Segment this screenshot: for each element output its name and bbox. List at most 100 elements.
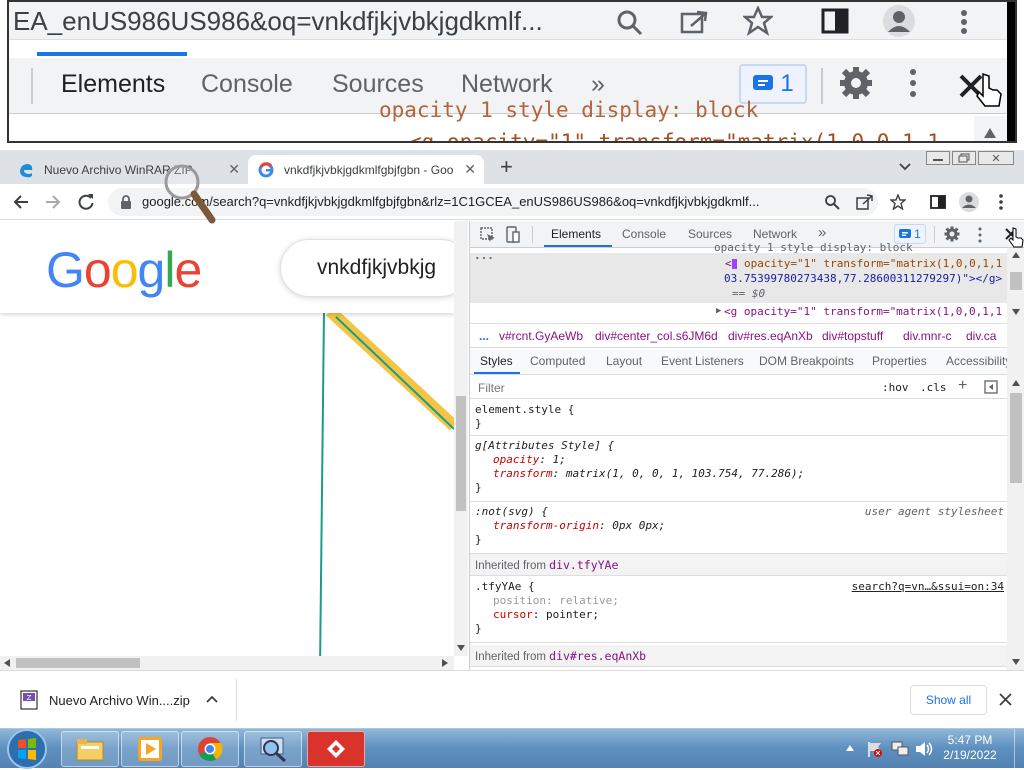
action-center-flag-icon[interactable] bbox=[866, 740, 884, 758]
styles-scroll-up-icon[interactable] bbox=[1011, 379, 1021, 387]
page-scroll-right-icon[interactable] bbox=[441, 659, 449, 667]
rule4-prop1-name[interactable]: position bbox=[493, 594, 546, 607]
rule4-prop1-value[interactable]: : relative; bbox=[546, 594, 619, 607]
rule3-prop1-name[interactable]: transform-origin bbox=[493, 519, 599, 532]
dom-line-1a[interactable]: opacity="1" transform="matrix(1,0,0,1,1 bbox=[744, 257, 1002, 270]
rule2-prop2-name[interactable]: transform bbox=[493, 467, 553, 480]
cls-button[interactable]: .cls bbox=[920, 381, 947, 394]
rule3-prop1-value[interactable]: : 0px 0px; bbox=[599, 519, 665, 532]
taskbar-magnifier[interactable] bbox=[244, 731, 302, 767]
back-icon[interactable] bbox=[12, 193, 30, 211]
taskbar-anydesk[interactable] bbox=[307, 731, 365, 767]
rule-attributes-style[interactable]: g[Attributes Style] { opacity: 1; transf… bbox=[470, 436, 1008, 502]
subtab-accessibility[interactable]: Accessibility bbox=[946, 354, 1011, 368]
devtools-scrollbar[interactable] bbox=[1007, 248, 1024, 670]
devtools-tab-sources[interactable]: Sources bbox=[688, 227, 732, 241]
rule2-prop1-value[interactable]: : 1; bbox=[539, 453, 566, 466]
dt-scroll-up-icon[interactable] bbox=[1011, 251, 1021, 259]
bookmark-star-icon[interactable] bbox=[890, 194, 906, 210]
rule4-prop2-name[interactable]: cursor bbox=[493, 608, 533, 621]
inspect-element-icon[interactable] bbox=[480, 227, 496, 243]
share-icon[interactable] bbox=[856, 194, 874, 210]
show-desktop-button[interactable] bbox=[1014, 729, 1024, 769]
toggle-sidebar-icon[interactable] bbox=[984, 380, 998, 394]
address-bar[interactable]: google.com/search?q=vnkdfjkjvbkjgdkmlfgb… bbox=[108, 188, 878, 216]
subtab-styles[interactable]: Styles bbox=[480, 354, 513, 368]
system-clock[interactable]: 5:47 PM 2/19/2022 bbox=[930, 733, 1010, 763]
taskbar-explorer[interactable] bbox=[61, 731, 119, 767]
breadcrumb-1[interactable]: v#rcnt.GyAeWb bbox=[499, 329, 583, 343]
devtools-tab-console[interactable]: Console bbox=[622, 227, 666, 241]
tab-google-search[interactable]: vnkdfjkjvbkjgdkmlfgbjfgbn - Goo ✕ bbox=[248, 155, 484, 184]
devtools-tab-network[interactable]: Network bbox=[753, 227, 797, 241]
network-icon[interactable] bbox=[890, 740, 910, 758]
search-box[interactable]: vnkdfjkjvbkjg bbox=[280, 239, 454, 297]
tray-show-hidden-icon[interactable] bbox=[845, 744, 855, 752]
side-panel-icon[interactable] bbox=[930, 195, 946, 209]
minimize-button[interactable] bbox=[926, 151, 950, 165]
inherited2-node[interactable]: div#res.eqAnXb bbox=[549, 649, 646, 663]
rule2-prop1-name[interactable]: opacity bbox=[493, 453, 539, 466]
rule4-source-link[interactable]: search?q=vn…&ssui=on:34 bbox=[852, 580, 1004, 594]
new-tab-button[interactable]: + bbox=[500, 154, 513, 180]
zoom-lens-icon[interactable] bbox=[824, 194, 840, 210]
breadcrumb-4[interactable]: div#topstuff bbox=[822, 329, 883, 343]
dt-scroll-down-icon[interactable] bbox=[1011, 308, 1021, 316]
dom-expand-triangle-icon[interactable]: ▶ bbox=[716, 306, 721, 316]
page-horizontal-scrollbar[interactable] bbox=[0, 656, 454, 670]
close-window-button[interactable]: ✕ bbox=[978, 151, 1014, 165]
page-scroll-left-icon[interactable] bbox=[3, 659, 11, 667]
download-chevron-icon[interactable] bbox=[206, 695, 218, 705]
show-all-button[interactable]: Show all bbox=[910, 685, 987, 715]
subtab-properties[interactable]: Properties bbox=[872, 354, 927, 368]
inherited1-node[interactable]: div.tfyYAe bbox=[549, 558, 618, 572]
subtab-computed[interactable]: Computed bbox=[530, 354, 585, 368]
dom-ellipsis[interactable]: ··· bbox=[474, 252, 494, 265]
devtools-more-tabs[interactable]: » bbox=[818, 224, 826, 241]
devtools-more-icon[interactable] bbox=[978, 227, 982, 243]
subtab-layout[interactable]: Layout bbox=[606, 354, 642, 368]
start-button-icon[interactable] bbox=[4, 728, 50, 770]
hov-button[interactable]: :hov bbox=[882, 381, 909, 394]
styles-scroll-down-icon[interactable] bbox=[1011, 658, 1021, 666]
styles-scroll-thumb[interactable] bbox=[1010, 393, 1022, 483]
reload-icon[interactable] bbox=[77, 193, 95, 211]
breadcrumb-6[interactable]: div.ca bbox=[966, 329, 996, 343]
page-vertical-scrollbar[interactable] bbox=[454, 221, 468, 656]
taskbar-chrome[interactable] bbox=[181, 731, 239, 767]
new-style-rule-icon[interactable]: + bbox=[958, 377, 967, 395]
breadcrumb-2[interactable]: div#center_col.s6JM6d bbox=[595, 329, 718, 343]
download-filename[interactable]: Nuevo Archivo Win....zip bbox=[49, 693, 190, 708]
search-input[interactable]: vnkdfjkjvbkjg bbox=[317, 256, 436, 280]
breadcrumb-3[interactable]: div#res.eqAnXb bbox=[728, 329, 813, 343]
filter-input[interactable]: Filter bbox=[478, 381, 505, 395]
subtab-dom-breakpoints[interactable]: DOM Breakpoints bbox=[759, 354, 854, 368]
rule2-prop2-value[interactable]: : matrix(1, 0, 0, 1, 103.754, 77.286); bbox=[553, 467, 805, 480]
profile-avatar-icon[interactable] bbox=[958, 191, 980, 213]
tab-search-chevron-icon[interactable] bbox=[898, 160, 912, 174]
devtools-tab-elements[interactable]: Elements bbox=[551, 227, 601, 241]
devtools-settings-icon[interactable] bbox=[944, 226, 960, 242]
breadcrumb-0[interactable]: ... bbox=[479, 329, 489, 343]
page-hscroll-thumb[interactable] bbox=[16, 658, 140, 668]
tab-strip: Nuevo Archivo WinRAR ZIP ✕ vnkdfjkjvbkjg… bbox=[0, 150, 1024, 184]
breadcrumb-5[interactable]: div.mnr-c bbox=[903, 329, 951, 343]
google-logo[interactable]: Google bbox=[46, 241, 202, 299]
close-shelf-icon[interactable] bbox=[999, 693, 1012, 706]
tab-google-close-icon[interactable]: ✕ bbox=[464, 161, 476, 178]
restore-button[interactable] bbox=[952, 151, 976, 165]
rule-element-style[interactable]: element.style { } bbox=[470, 400, 1008, 436]
rule-not-svg[interactable]: :not(svg) { user agent stylesheet transf… bbox=[470, 502, 1008, 554]
dom-scroll-thumb[interactable] bbox=[1010, 272, 1022, 290]
dom-line-2[interactable]: <g opacity="1" transform="matrix(1,0,0,1… bbox=[724, 305, 1002, 318]
forward-icon[interactable] bbox=[44, 193, 62, 211]
chrome-menu-icon[interactable] bbox=[998, 193, 1004, 211]
tab-winrar-close-icon[interactable]: ✕ bbox=[228, 161, 240, 178]
taskbar-media-player[interactable] bbox=[121, 731, 179, 767]
rule-tfyyae[interactable]: .tfyYAe { search?q=vn…&ssui=on:34 positi… bbox=[470, 577, 1008, 643]
subtab-event-listeners[interactable]: Event Listeners bbox=[661, 354, 744, 368]
rule4-prop2-value[interactable]: : pointer; bbox=[533, 608, 599, 621]
page-vscroll-thumb[interactable] bbox=[456, 396, 466, 511]
page-scroll-down-icon[interactable] bbox=[457, 644, 465, 652]
device-toolbar-icon[interactable] bbox=[506, 226, 520, 244]
